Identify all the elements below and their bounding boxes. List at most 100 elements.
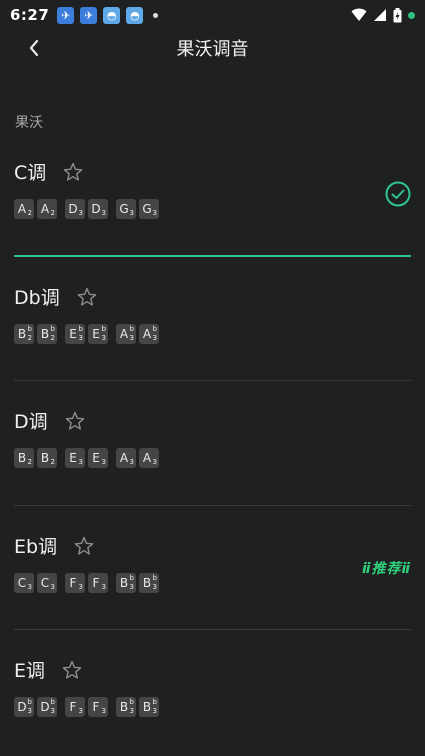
note-octave: 3 <box>152 458 157 466</box>
note-chip: A2 <box>14 199 34 219</box>
note-octave: 2 <box>50 334 55 342</box>
note-letter: F <box>92 700 100 714</box>
app-header: 果沃调音 <box>0 30 425 66</box>
note-octave: 3 <box>101 334 106 342</box>
note-letter: D <box>91 202 101 216</box>
note-octave: 3 <box>152 334 157 342</box>
battery-icon <box>393 7 402 22</box>
note-chip: D3 <box>88 199 108 219</box>
note-octave: 3 <box>129 458 134 466</box>
note-chip: Bb3 <box>116 573 136 593</box>
note-letter: C <box>17 576 27 590</box>
star-icon[interactable] <box>62 161 84 183</box>
selected-underline <box>14 255 411 257</box>
note-letter: F <box>69 576 77 590</box>
status-bar: 6:27 ✈ ✈ ◓ ◓ <box>0 0 425 30</box>
note-chip: E3 <box>88 448 108 468</box>
note-chip: F3 <box>88 697 108 717</box>
note-letter: A <box>119 451 129 465</box>
note-chip: Bb3 <box>139 573 159 593</box>
star-icon[interactable] <box>73 535 95 557</box>
chevron-left-icon <box>29 39 39 57</box>
note-letter: B <box>40 327 50 341</box>
tune-name: D调 <box>14 411 48 433</box>
note-octave: 3 <box>78 583 83 591</box>
note-octave: 3 <box>50 707 55 715</box>
tune-item-db[interactable]: Db调 Bb2Bb2Eb3Eb3Ab3Ab3 <box>14 283 411 344</box>
note-chip: B2 <box>14 448 34 468</box>
note-chip: C3 <box>14 573 34 593</box>
note-letter: A <box>142 327 152 341</box>
note-letter: G <box>142 202 152 216</box>
wifi-icon <box>351 8 367 21</box>
note-letter: B <box>142 576 152 590</box>
note-chip: F3 <box>65 697 85 717</box>
divider <box>14 380 411 381</box>
note-octave: 3 <box>129 583 134 591</box>
note-accidental: b <box>152 325 157 333</box>
note-accidental: b <box>50 698 55 706</box>
note-chip: D3 <box>65 199 85 219</box>
signal-icon <box>374 9 386 21</box>
note-octave: 3 <box>152 583 157 591</box>
note-octave: 2 <box>27 209 32 217</box>
note-chip: Ab3 <box>116 324 136 344</box>
note-letter: B <box>17 451 27 465</box>
note-letter: A <box>119 327 129 341</box>
note-octave: 3 <box>101 707 106 715</box>
note-letter: F <box>69 700 77 714</box>
note-octave: 3 <box>129 707 134 715</box>
note-chip: Ab3 <box>139 324 159 344</box>
tune-item-eb[interactable]: Eb调 C3C3F3F3Bb3Bb3 <box>14 532 411 593</box>
note-letter: B <box>119 700 129 714</box>
note-chip: G3 <box>116 199 136 219</box>
note-accidental: b <box>129 325 134 333</box>
note-letter: A <box>17 202 27 216</box>
note-chip: C3 <box>37 573 57 593</box>
string-notes: C3C3F3F3Bb3Bb3 <box>14 573 411 593</box>
note-chip: Db3 <box>14 697 34 717</box>
note-letter: E <box>92 451 100 465</box>
note-chip: Bb3 <box>139 697 159 717</box>
star-icon[interactable] <box>76 286 98 308</box>
note-octave: 3 <box>101 458 106 466</box>
tune-item-d[interactable]: D调 B2B2E3E3A3A3 <box>14 407 411 468</box>
tune-name: Db调 <box>14 287 60 309</box>
note-octave: 3 <box>129 209 134 217</box>
check-circle-icon[interactable] <box>385 181 411 207</box>
note-chip: Db3 <box>37 697 57 717</box>
note-chip: F3 <box>88 573 108 593</box>
note-octave: 3 <box>50 583 55 591</box>
note-octave: 3 <box>78 209 83 217</box>
tune-name: Eb调 <box>14 536 58 558</box>
note-chip: B2 <box>37 448 57 468</box>
note-letter: B <box>17 327 27 341</box>
note-letter: B <box>142 700 152 714</box>
note-chip: G3 <box>139 199 159 219</box>
back-button[interactable] <box>18 32 50 64</box>
note-letter: G <box>119 202 129 216</box>
note-accidental: b <box>101 325 106 333</box>
string-notes: Bb2Bb2Eb3Eb3Ab3Ab3 <box>14 324 411 344</box>
divider <box>14 505 411 506</box>
note-letter: A <box>40 202 50 216</box>
note-letter: D <box>68 202 78 216</box>
app-notification-icon: ✈ <box>57 6 75 24</box>
tune-item-e[interactable]: E调 Db3Db3F3F3Bb3Bb3 <box>14 656 411 717</box>
page-title: 果沃调音 <box>176 39 249 60</box>
recommend-label: 推荐 <box>371 561 402 577</box>
note-letter: C <box>40 576 50 590</box>
note-letter: E <box>69 327 77 341</box>
note-letter: E <box>69 451 77 465</box>
tune-item-c[interactable]: C调 A2A2D3D3G3G3 <box>14 158 411 219</box>
note-accidental: b <box>27 698 32 706</box>
note-chip: Bb2 <box>37 324 57 344</box>
star-icon[interactable] <box>61 659 83 681</box>
note-accidental: b <box>78 325 83 333</box>
app-notification-icon: ◓ <box>103 6 121 24</box>
note-octave: 2 <box>50 209 55 217</box>
note-chip: Bb2 <box>14 324 34 344</box>
star-icon[interactable] <box>64 410 86 432</box>
note-chip: A3 <box>116 448 136 468</box>
more-notifications-icon <box>153 12 159 18</box>
